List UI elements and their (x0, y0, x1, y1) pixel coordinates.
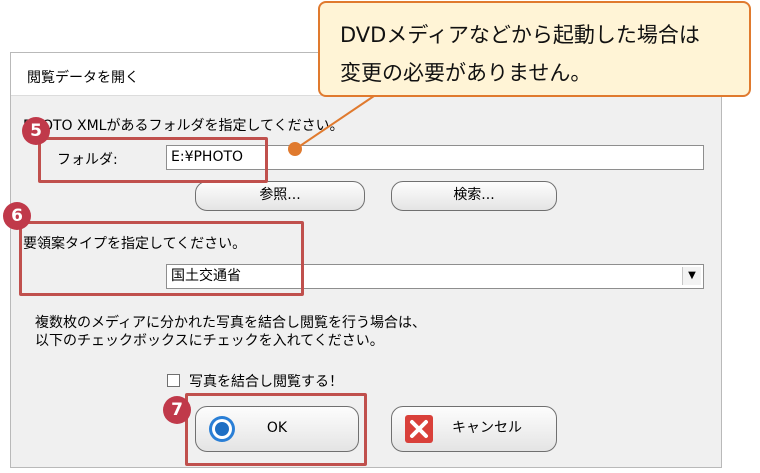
note-callout: DVDメディアなどから起動した場合は 変更の必要がありません。 (318, 1, 751, 97)
callout-line2: 変更の必要がありません。 (340, 61, 592, 85)
callout-line1: DVDメディアなどから起動した場合は (340, 23, 700, 47)
